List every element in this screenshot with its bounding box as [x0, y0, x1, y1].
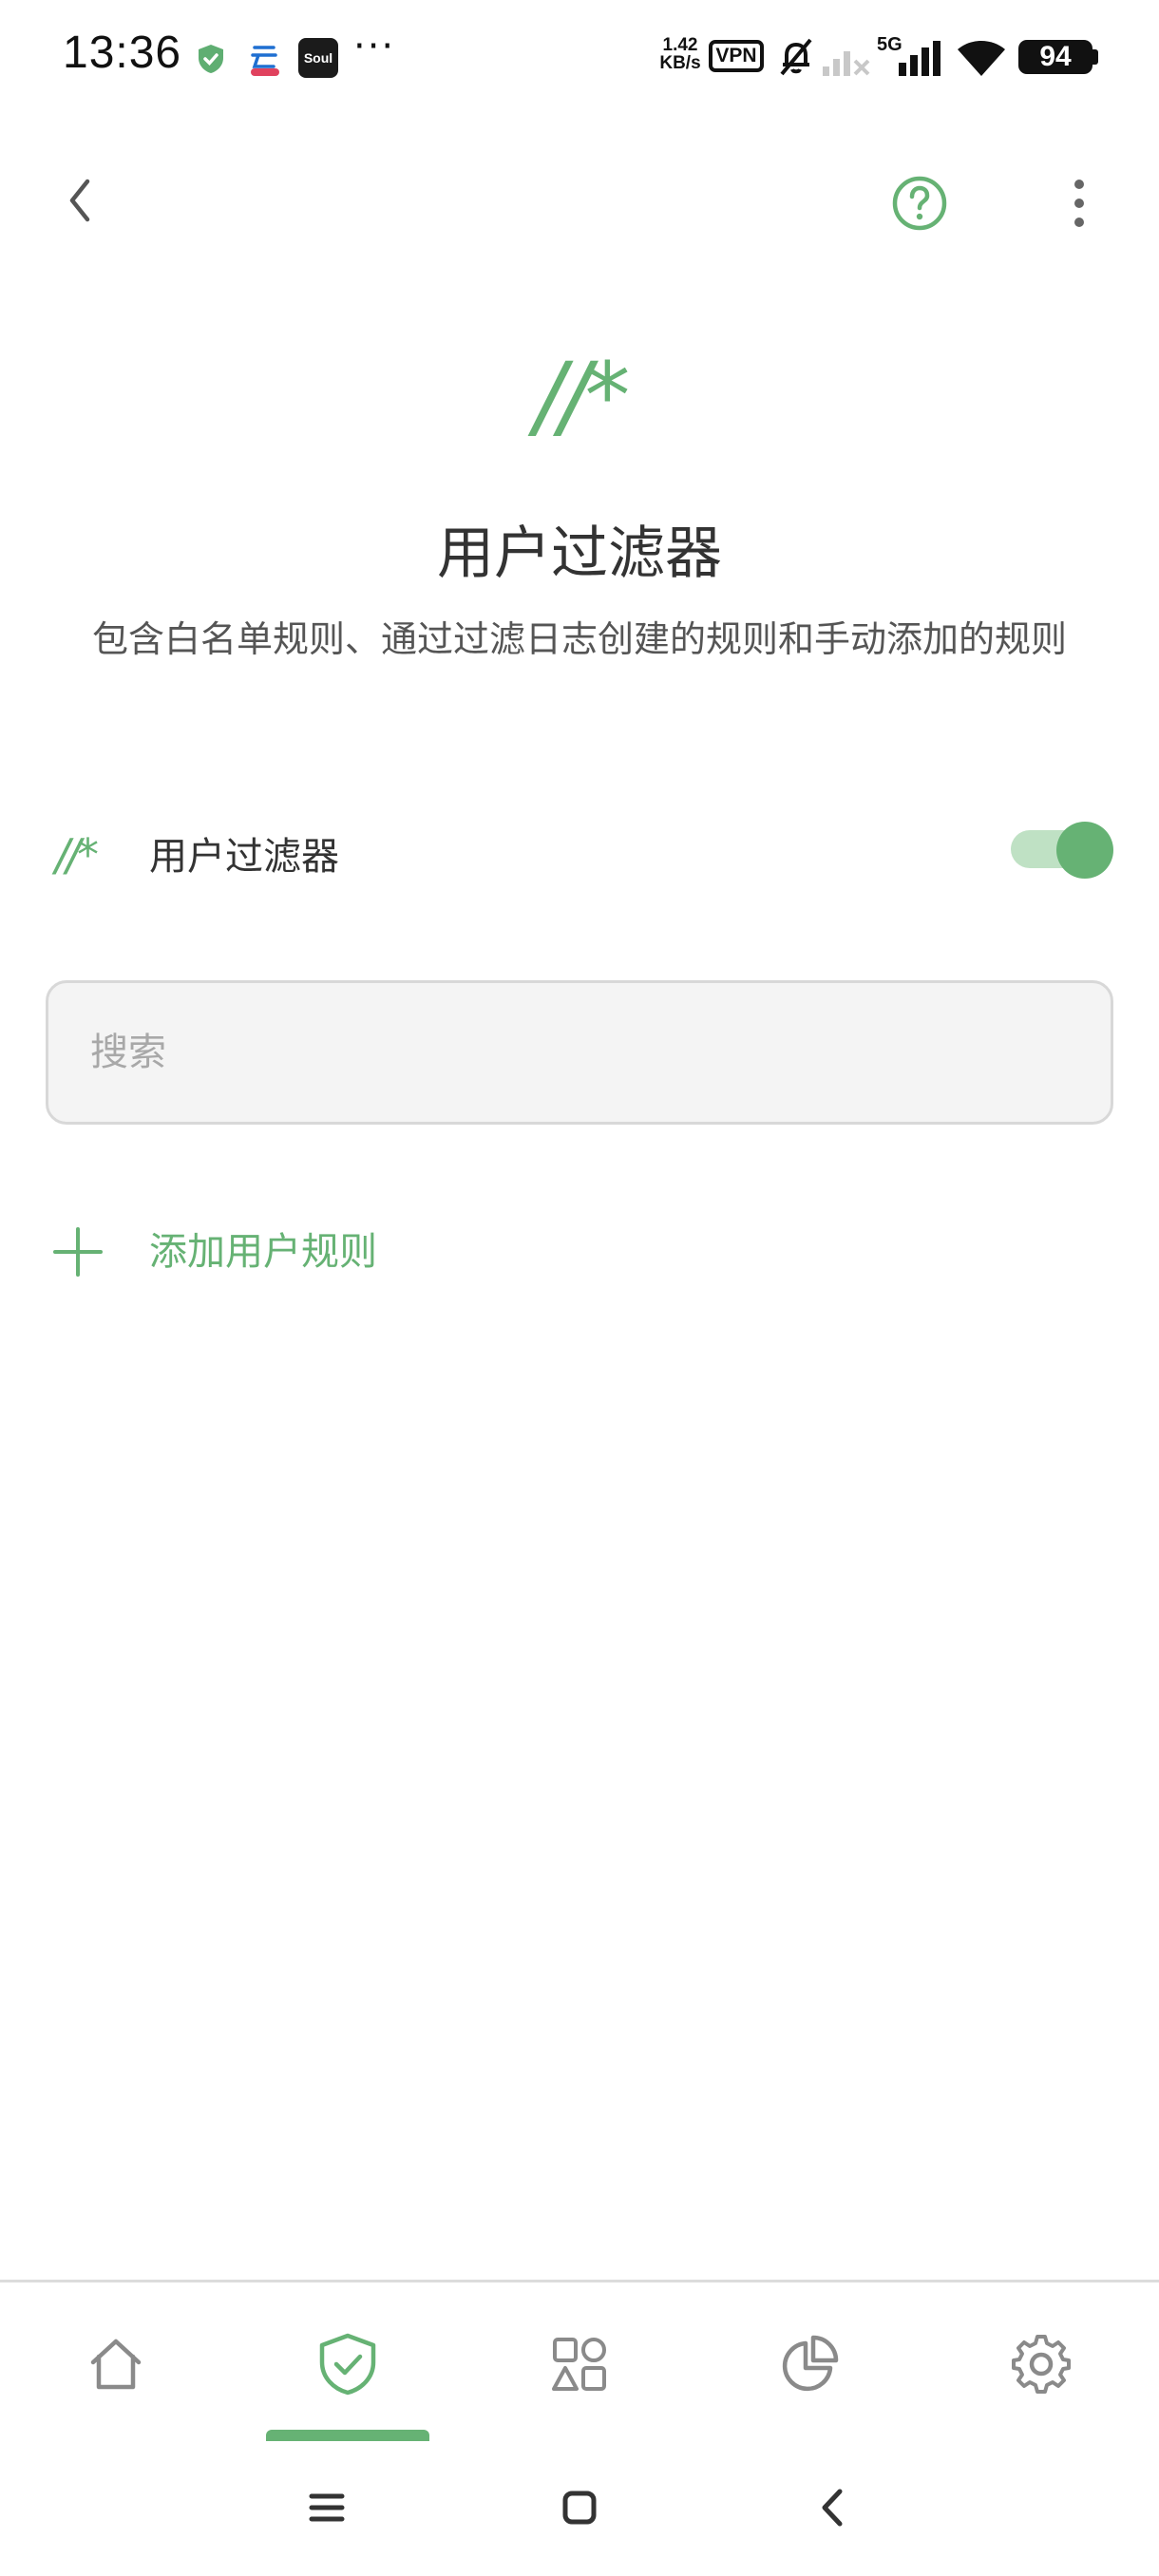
plus-icon[interactable] [51, 1225, 104, 1279]
mute-bell-icon [775, 36, 817, 78]
help-circle-icon [892, 176, 947, 231]
filter-row-label: 用户过滤器 [149, 835, 339, 879]
back-button[interactable] [51, 167, 108, 234]
filter-toggle-thumb[interactable] [1056, 822, 1113, 879]
search-input[interactable] [46, 980, 1113, 1125]
system-back-button[interactable] [804, 2479, 861, 2536]
nav-settings[interactable] [1003, 2321, 1079, 2407]
more-menu-button[interactable] [1060, 169, 1098, 237]
chevron-left-icon [69, 179, 90, 222]
bottom-nav-divider [0, 2280, 1159, 2282]
nav-home[interactable] [78, 2321, 154, 2407]
menu-icon [309, 2493, 345, 2522]
status-time: 13:36 [63, 28, 182, 78]
pie-chart-icon [782, 2335, 839, 2392]
home-icon [90, 2339, 142, 2390]
add-user-rule-button[interactable]: 添加用户规则 [149, 1225, 377, 1279]
more-notifications: ··· [353, 25, 396, 68]
page-description: 包含白名单规则、通过过滤日志创建的规则和手动添加的规则 [91, 618, 1067, 660]
shield-check-icon [194, 42, 228, 76]
filter-row-logo: //* [55, 829, 99, 881]
more-vertical-icon [1074, 180, 1084, 227]
battery-icon [1092, 49, 1098, 65]
gear-icon [1012, 2335, 1071, 2394]
cloud-app-icon [245, 38, 285, 78]
signal-icon [893, 40, 946, 78]
wifi-icon [956, 38, 1007, 78]
filter-logo: //* [534, 343, 631, 449]
signal-weak-icon [821, 40, 872, 78]
system-menu-button[interactable] [298, 2479, 355, 2536]
help-button[interactable] [885, 169, 954, 237]
soul-app-icon: Soul [298, 38, 338, 78]
apps-icon [552, 2338, 606, 2391]
shield-check-icon [319, 2333, 376, 2396]
network-speed-unit: KB/s [659, 53, 701, 73]
nav-statistics[interactable] [771, 2321, 847, 2407]
nav-protection[interactable] [310, 2321, 386, 2407]
system-home-button[interactable] [551, 2479, 608, 2536]
nav-apps[interactable] [542, 2321, 618, 2407]
back-icon [822, 2489, 843, 2527]
network-speed: 1.42 KB/s [654, 36, 707, 72]
vpn-badge: VPN [709, 40, 764, 72]
page-title: 用户过滤器 [437, 521, 722, 587]
battery-level: 94 [1018, 40, 1092, 74]
home-square-icon [562, 2491, 597, 2525]
nav-active-indicator [266, 2430, 429, 2441]
network-speed-value: 1.42 [662, 35, 698, 55]
